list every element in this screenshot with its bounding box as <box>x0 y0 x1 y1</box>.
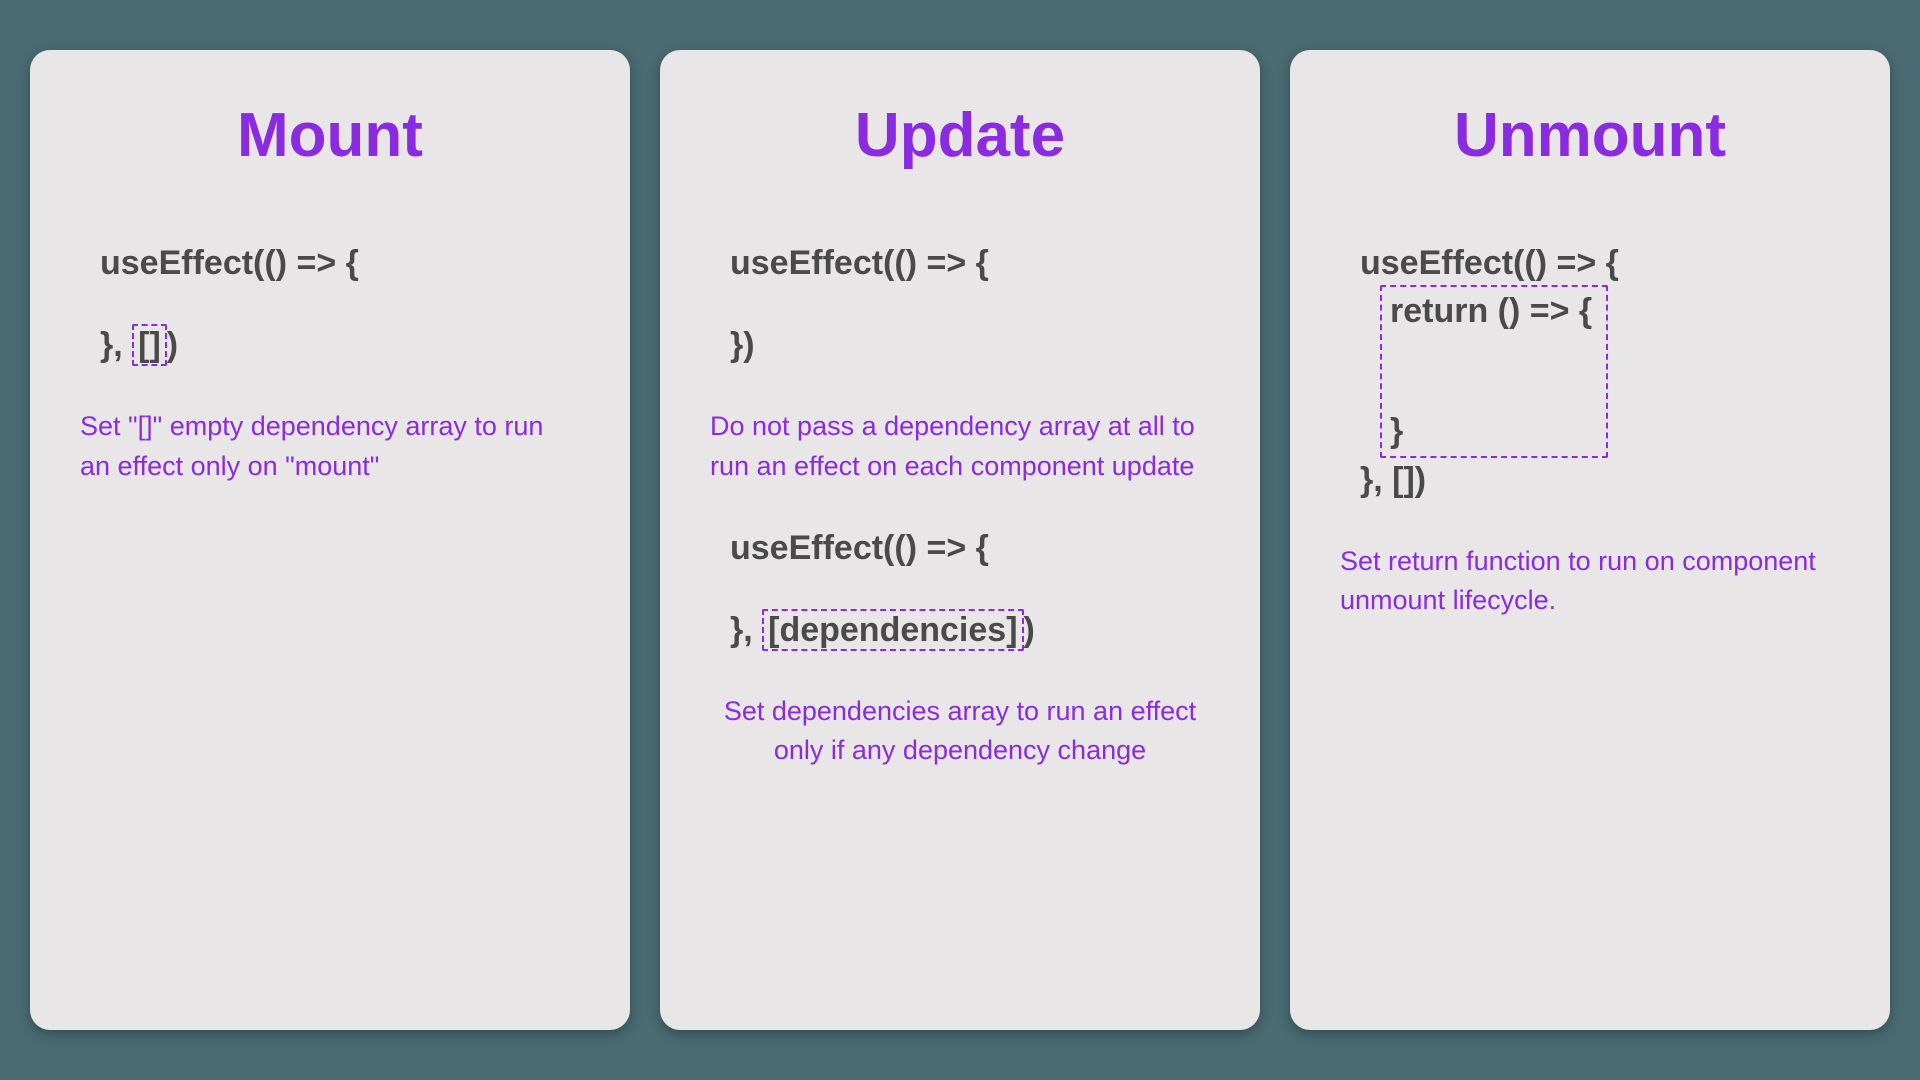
update-card: Update useEffect(() => { }) Do not pass … <box>660 50 1260 1030</box>
unmount-code-line1: useEffect(() => { <box>1360 241 1840 285</box>
update-code-block-1: useEffect(() => { }) <box>730 241 1210 367</box>
update-title: Update <box>710 100 1210 171</box>
update-description-1: Do not pass a dependency array at all to… <box>710 407 1210 485</box>
mount-highlight-empty-array: [] <box>132 324 167 366</box>
mount-code-line2: }, []) <box>100 323 580 367</box>
update-code1-line1: useEffect(() => { <box>730 241 1210 285</box>
mount-code-prefix: }, <box>100 326 132 364</box>
unmount-card: Unmount useEffect(() => { return () => {… <box>1290 50 1890 1030</box>
unmount-code-block: useEffect(() => { return () => { } }, []… <box>1360 241 1840 502</box>
mount-code-block: useEffect(() => { }, []) <box>100 241 580 367</box>
mount-description: Set "[]" empty dependency array to run a… <box>80 407 580 485</box>
unmount-title: Unmount <box>1340 100 1840 171</box>
update-code2-prefix: }, <box>730 611 762 649</box>
update-highlight-dependencies: [dependencies] <box>762 609 1023 651</box>
unmount-highlight-return: return () => { } <box>1380 285 1608 457</box>
update-code2-suffix: ) <box>1024 611 1035 649</box>
update-code-block-2: useEffect(() => { }, [dependencies]) <box>730 526 1210 652</box>
unmount-return-line2: } <box>1390 409 1592 453</box>
unmount-description: Set return function to run on component … <box>1340 542 1840 620</box>
mount-code-suffix: ) <box>167 326 178 364</box>
update-code2-line2: }, [dependencies]) <box>730 608 1210 652</box>
mount-code-line1: useEffect(() => { <box>100 241 580 285</box>
update-code2-line1: useEffect(() => { <box>730 526 1210 570</box>
mount-card: Mount useEffect(() => { }, []) Set "[]" … <box>30 50 630 1030</box>
update-description-2: Set dependencies array to run an effect … <box>710 692 1210 770</box>
unmount-return-line1: return () => { <box>1390 289 1592 333</box>
mount-title: Mount <box>80 100 580 171</box>
unmount-code-end: }, []) <box>1360 458 1840 502</box>
update-code1-line2: }) <box>730 323 1210 367</box>
